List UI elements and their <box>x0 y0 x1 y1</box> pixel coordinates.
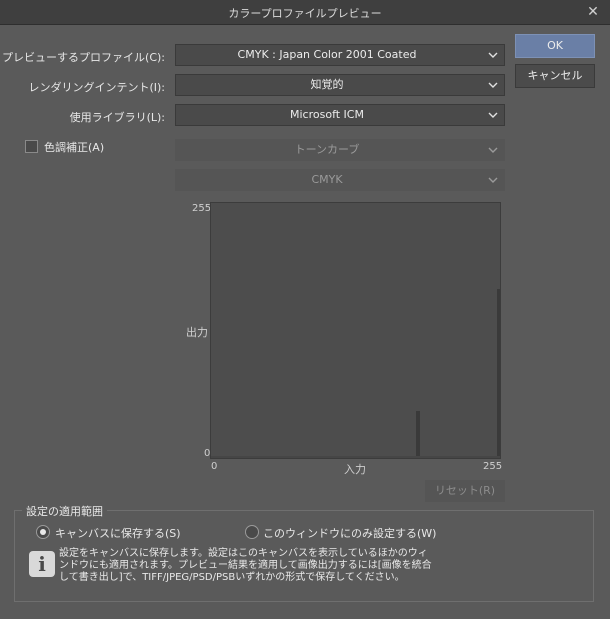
library-label: 使用ライブラリ(L): <box>69 111 165 124</box>
reset-button[interactable]: リセット(R) <box>425 480 505 502</box>
ok-button[interactable]: OK <box>515 34 595 58</box>
histogram-spike <box>416 411 420 458</box>
tone-curve-select[interactable]: トーンカーブ <box>175 139 505 161</box>
chevron-down-icon <box>488 147 498 153</box>
chevron-down-icon <box>488 177 498 183</box>
cancel-button[interactable]: キャンセル <box>515 64 595 88</box>
info-line-3: して書き出し]で、TIFF/JPEG/PSD/PSBいずれかの形式で保存してくだ… <box>59 572 405 583</box>
histogram-base <box>211 456 500 458</box>
rendering-intent-label: レンダリングインテント(I): <box>28 81 165 94</box>
rendering-intent-select[interactable]: 知覚的 <box>175 74 505 96</box>
rendering-intent-value: 知覚的 <box>310 78 344 91</box>
library-select[interactable]: Microsoft ICM <box>175 104 505 126</box>
graph-y-label: 出力 <box>186 326 208 339</box>
window-title: カラープロファイルプレビュー <box>228 7 382 20</box>
info-text: 設定をキャンバスに保存します。設定はこのキャンバスを表示しているほかのウィ ンド… <box>59 548 459 584</box>
title-bar: カラープロファイルプレビュー ✕ <box>0 0 610 25</box>
histogram-spike <box>497 289 500 458</box>
tone-curve-graph[interactable] <box>210 202 501 459</box>
chevron-down-icon <box>488 82 498 88</box>
tone-curve-value: トーンカーブ <box>294 143 360 156</box>
graph-x-label: 入力 <box>344 463 366 476</box>
library-value: Microsoft ICM <box>290 108 364 121</box>
info-line-1: 設定をキャンバスに保存します。設定はこのキャンバスを表示しているほかのウィ <box>59 548 428 559</box>
channel-value: CMYK <box>311 173 343 186</box>
color-correction-label[interactable]: 色調補正(A) <box>44 139 104 155</box>
preview-profile-value: CMYK : Japan Color 2001 Coated <box>237 48 417 61</box>
save-canvas-label[interactable]: キャンバスに保存する(S) <box>55 525 181 541</box>
preview-profile-label: プレビューするプロファイル(C): <box>2 51 165 64</box>
graph-x-min: 0 <box>211 461 218 472</box>
chevron-down-icon <box>488 52 498 58</box>
info-line-2: ンドウにも適用されます。プレビュー結果を適用して画像出力するには[画像を統合 <box>59 560 432 571</box>
info-icon: i <box>29 551 55 577</box>
graph-x-max: 255 <box>483 461 503 472</box>
histogram <box>211 289 500 458</box>
window-only-radio[interactable] <box>245 525 259 539</box>
close-icon[interactable]: ✕ <box>584 3 602 21</box>
save-canvas-radio[interactable] <box>36 525 50 539</box>
channel-select[interactable]: CMYK <box>175 169 505 191</box>
scope-title: 設定の適用範囲 <box>22 503 107 519</box>
preview-profile-select[interactable]: CMYK : Japan Color 2001 Coated <box>175 44 505 66</box>
color-correction-checkbox[interactable] <box>25 140 38 153</box>
window-only-label[interactable]: このウィンドウにのみ設定する(W) <box>263 525 436 541</box>
graph-y-max: 255 <box>192 203 212 214</box>
chevron-down-icon <box>488 112 498 118</box>
